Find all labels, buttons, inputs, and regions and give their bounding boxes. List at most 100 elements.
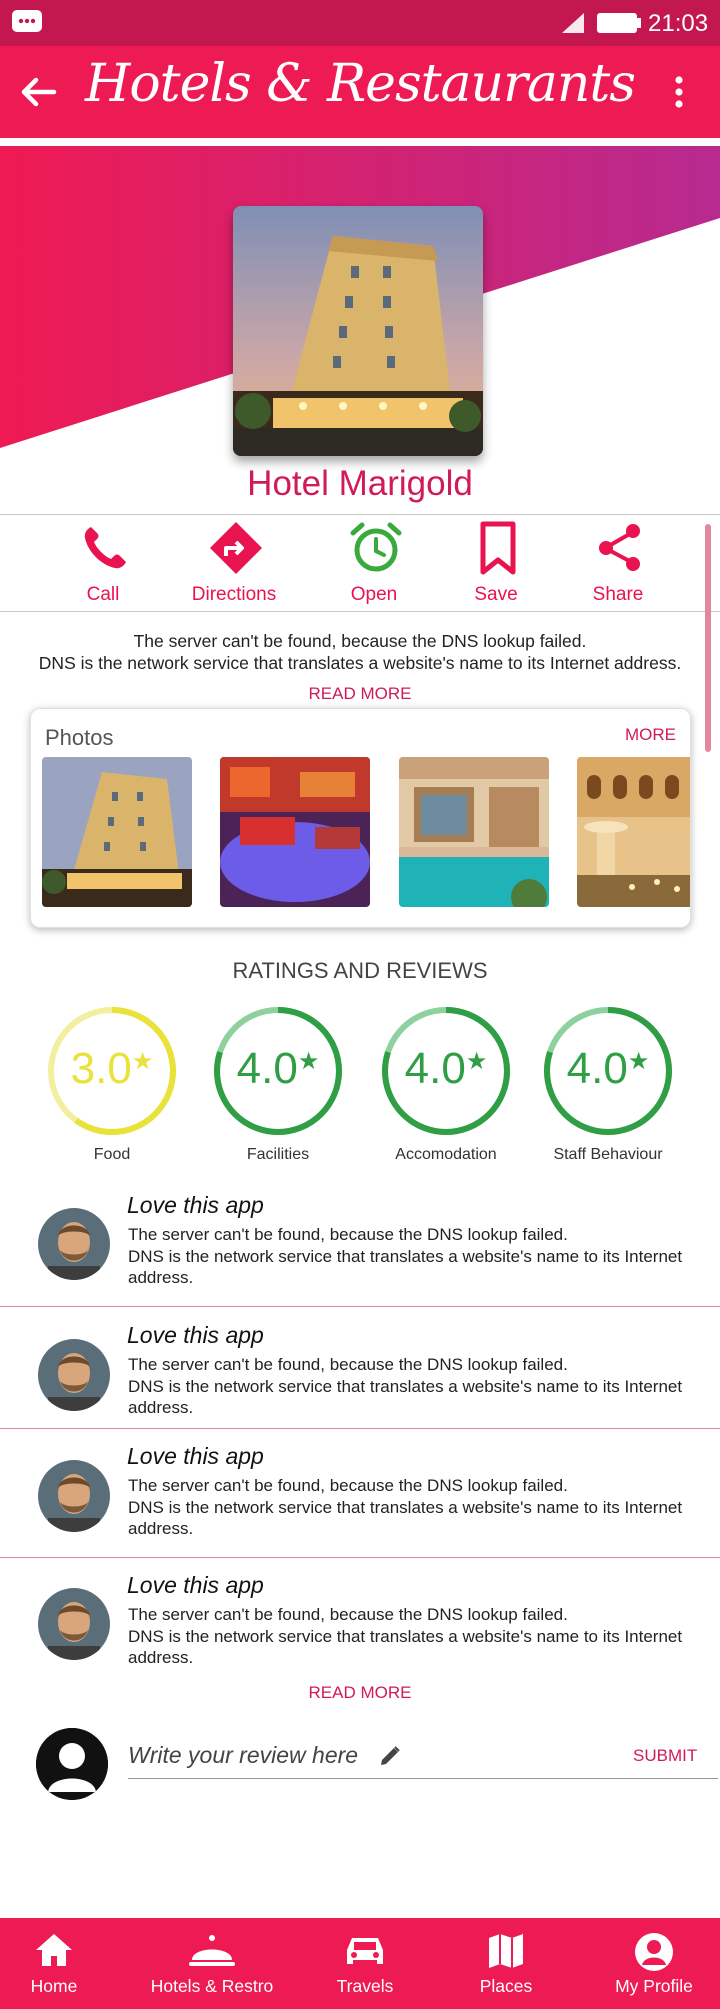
status-time: 21:03 (648, 10, 709, 37)
status-bar: 21:03 (0, 0, 720, 46)
current-user-avatar (36, 1728, 108, 1800)
photo-thumbnail[interactable] (399, 757, 549, 907)
action-row: Call Directions Open Save Share (0, 515, 720, 611)
hotel-description: The server can't be found, because the D… (20, 630, 700, 674)
rating-gauge-food: 3.0★ Food (44, 1004, 180, 1164)
hotel-detail-screen: 21:03 Hotels & Restaurants Hotel Marigol… (0, 0, 720, 2009)
share-button[interactable]: Share (548, 515, 688, 611)
nav-label: Home (30, 1976, 78, 1996)
review-text: DNS is the network service that translat… (128, 1626, 683, 1668)
scrollbar[interactable] (705, 524, 711, 752)
photos-more-link[interactable]: MORE (625, 725, 676, 745)
profile-icon (635, 1933, 673, 1971)
nav-label: Places (479, 1976, 533, 1996)
divider (0, 611, 720, 612)
hotel-main-photo[interactable] (233, 206, 483, 456)
rating-label: Accomodation (395, 1146, 497, 1163)
nav-home[interactable]: Home (14, 1918, 94, 2009)
review-title: Love this app (127, 1443, 264, 1469)
app-bar: Hotels & Restaurants (0, 46, 720, 138)
review-text: The server can't be found, because the D… (128, 1605, 568, 1624)
review-divider (0, 1428, 720, 1429)
review-divider (0, 1306, 720, 1307)
call-button[interactable]: Call (33, 515, 173, 611)
rating-ring: 4.0★ (541, 1004, 675, 1138)
star-icon: ★ (465, 1048, 488, 1075)
open-status-button[interactable]: Open (304, 515, 444, 611)
review-text: The server can't be found, because the D… (128, 1225, 568, 1244)
car-icon (347, 1938, 383, 1964)
action-label: Share (592, 584, 644, 605)
photo-thumbnail[interactable] (577, 757, 690, 907)
rating-value: 3.0★ (70, 1044, 154, 1093)
battery-icon (597, 13, 641, 33)
review-text: The server can't be found, because the D… (128, 1355, 568, 1374)
nav-hotels-restro[interactable]: Hotels & Restro (138, 1918, 286, 2009)
review-input[interactable]: Write your review here (128, 1742, 358, 1769)
nav-label: Hotels & Restro (150, 1976, 274, 1996)
review-body: The server can't be found, because the D… (128, 1475, 714, 1540)
rating-label: Staff Behaviour (553, 1146, 663, 1163)
write-review-row: Write your review here SUBMIT (0, 1724, 720, 1804)
rating-ring: 4.0★ (211, 1004, 345, 1138)
phone-icon (84, 527, 126, 569)
home-icon (36, 1934, 72, 1966)
star-icon: ★ (297, 1048, 320, 1075)
action-label: Save (474, 584, 518, 605)
signal-icon (562, 13, 584, 33)
bottom-navigation: Home Hotels & Restro Travels Places My P… (0, 1918, 720, 2009)
directions-button[interactable]: Directions (164, 515, 304, 611)
action-label: Directions (191, 584, 277, 605)
submit-review-button[interactable]: SUBMIT (633, 1746, 697, 1766)
review-body: The server can't be found, because the D… (128, 1354, 714, 1419)
description-read-more-link[interactable]: READ MORE (0, 684, 720, 704)
more-vert-icon[interactable] (664, 72, 694, 112)
reviewer-avatar[interactable] (38, 1588, 110, 1660)
reviews-read-more-link[interactable]: READ MORE (0, 1683, 720, 1703)
pencil-icon (381, 1746, 400, 1765)
bookmark-icon (480, 521, 516, 575)
cloche-icon (189, 1935, 235, 1966)
action-label: Call (86, 584, 120, 605)
description-line: DNS is the network service that translat… (38, 653, 682, 673)
nav-travels[interactable]: Travels (320, 1918, 410, 2009)
hotel-name: Hotel Marigold (247, 464, 473, 503)
nav-label: My Profile (615, 1976, 693, 1996)
action-label: Open (350, 584, 398, 605)
rating-label: Facilities (246, 1146, 310, 1163)
nav-label: Travels (336, 1976, 394, 1996)
share-icon (599, 524, 640, 571)
photos-card: Photos MORE (30, 708, 691, 928)
app-bar-divider (0, 138, 720, 146)
review-divider (0, 1557, 720, 1558)
review-title: Love this app (127, 1572, 264, 1598)
ratings-title: RATINGS AND REVIEWS (232, 958, 488, 983)
review-text: DNS is the network service that translat… (128, 1497, 683, 1539)
app-title: Hotels & Restaurants (85, 54, 636, 114)
nav-places[interactable]: Places (462, 1918, 550, 2009)
reviewer-avatar[interactable] (38, 1208, 110, 1280)
review-body: The server can't be found, because the D… (128, 1224, 714, 1289)
rating-label: Food (93, 1146, 131, 1163)
review-body: The server can't be found, because the D… (128, 1604, 714, 1669)
rating-value: 4.0★ (236, 1044, 320, 1093)
rating-gauge-accomodation: 4.0★ Accomodation (378, 1004, 514, 1164)
alarm-clock-icon (350, 522, 402, 572)
save-button[interactable]: Save (426, 515, 566, 611)
rating-gauge-facilities: 4.0★ Facilities (210, 1004, 346, 1164)
rating-value: 4.0★ (566, 1044, 650, 1093)
directions-icon (210, 522, 262, 574)
review-text: The server can't be found, because the D… (128, 1476, 568, 1495)
review-title: Love this app (127, 1322, 264, 1348)
nav-my-profile[interactable]: My Profile (604, 1918, 704, 2009)
message-icon (12, 10, 42, 32)
star-icon: ★ (131, 1048, 154, 1075)
photo-thumbnail[interactable] (42, 757, 192, 907)
rating-value: 4.0★ (404, 1044, 488, 1093)
photos-title: Photos (45, 725, 114, 750)
map-icon (489, 1934, 523, 1968)
reviewer-avatar[interactable] (38, 1339, 110, 1411)
reviewer-avatar[interactable] (38, 1460, 110, 1532)
rating-ring: 4.0★ (379, 1004, 513, 1138)
photo-thumbnail[interactable] (220, 757, 370, 907)
